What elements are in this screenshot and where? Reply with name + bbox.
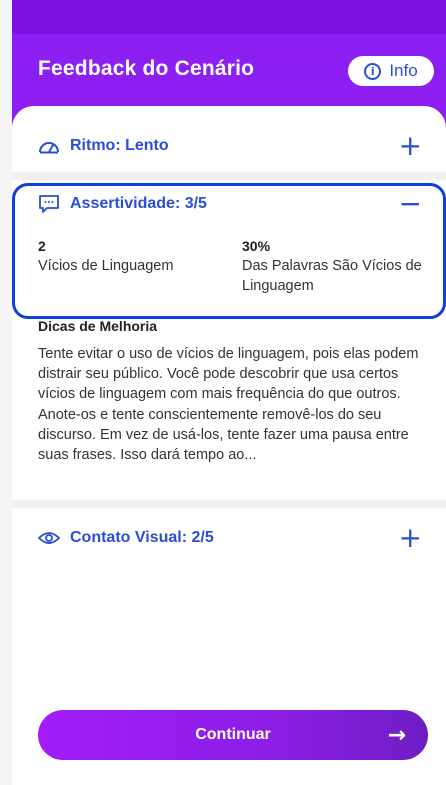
tips-body: Tente evitar o uso de vícios de linguage… — [38, 346, 419, 464]
status-bar — [12, 0, 446, 34]
expand-ritmo-button[interactable]: + — [399, 132, 422, 160]
section-ritmo-header[interactable]: Ritmo: Lento + — [12, 130, 446, 162]
arrow-right-icon: → — [387, 723, 406, 748]
speedometer-icon — [38, 137, 60, 155]
app-screen: Feedback do Cenário i Info Ritmo: Lento … — [12, 0, 446, 785]
expand-contato-button[interactable]: + — [399, 524, 422, 552]
section-contato-label: Contato Visual: 2/5 — [70, 529, 214, 546]
info-button[interactable]: i Info — [348, 56, 434, 86]
info-icon: i — [364, 62, 382, 80]
page-title: Feedback do Cenário — [38, 57, 255, 80]
divider — [12, 172, 446, 180]
eye-icon — [38, 530, 60, 546]
continue-button-label: Continuar — [195, 726, 271, 743]
assertividade-highlight — [12, 183, 446, 319]
info-button-label: Info — [389, 61, 418, 80]
section-contato-header[interactable]: Contato Visual: 2/5 + — [12, 522, 446, 554]
tips-title: Dicas de Melhoria — [38, 318, 158, 334]
continue-button[interactable]: Continuar → — [38, 710, 428, 760]
section-ritmo-label: Ritmo: Lento — [70, 137, 169, 154]
divider — [12, 500, 446, 508]
